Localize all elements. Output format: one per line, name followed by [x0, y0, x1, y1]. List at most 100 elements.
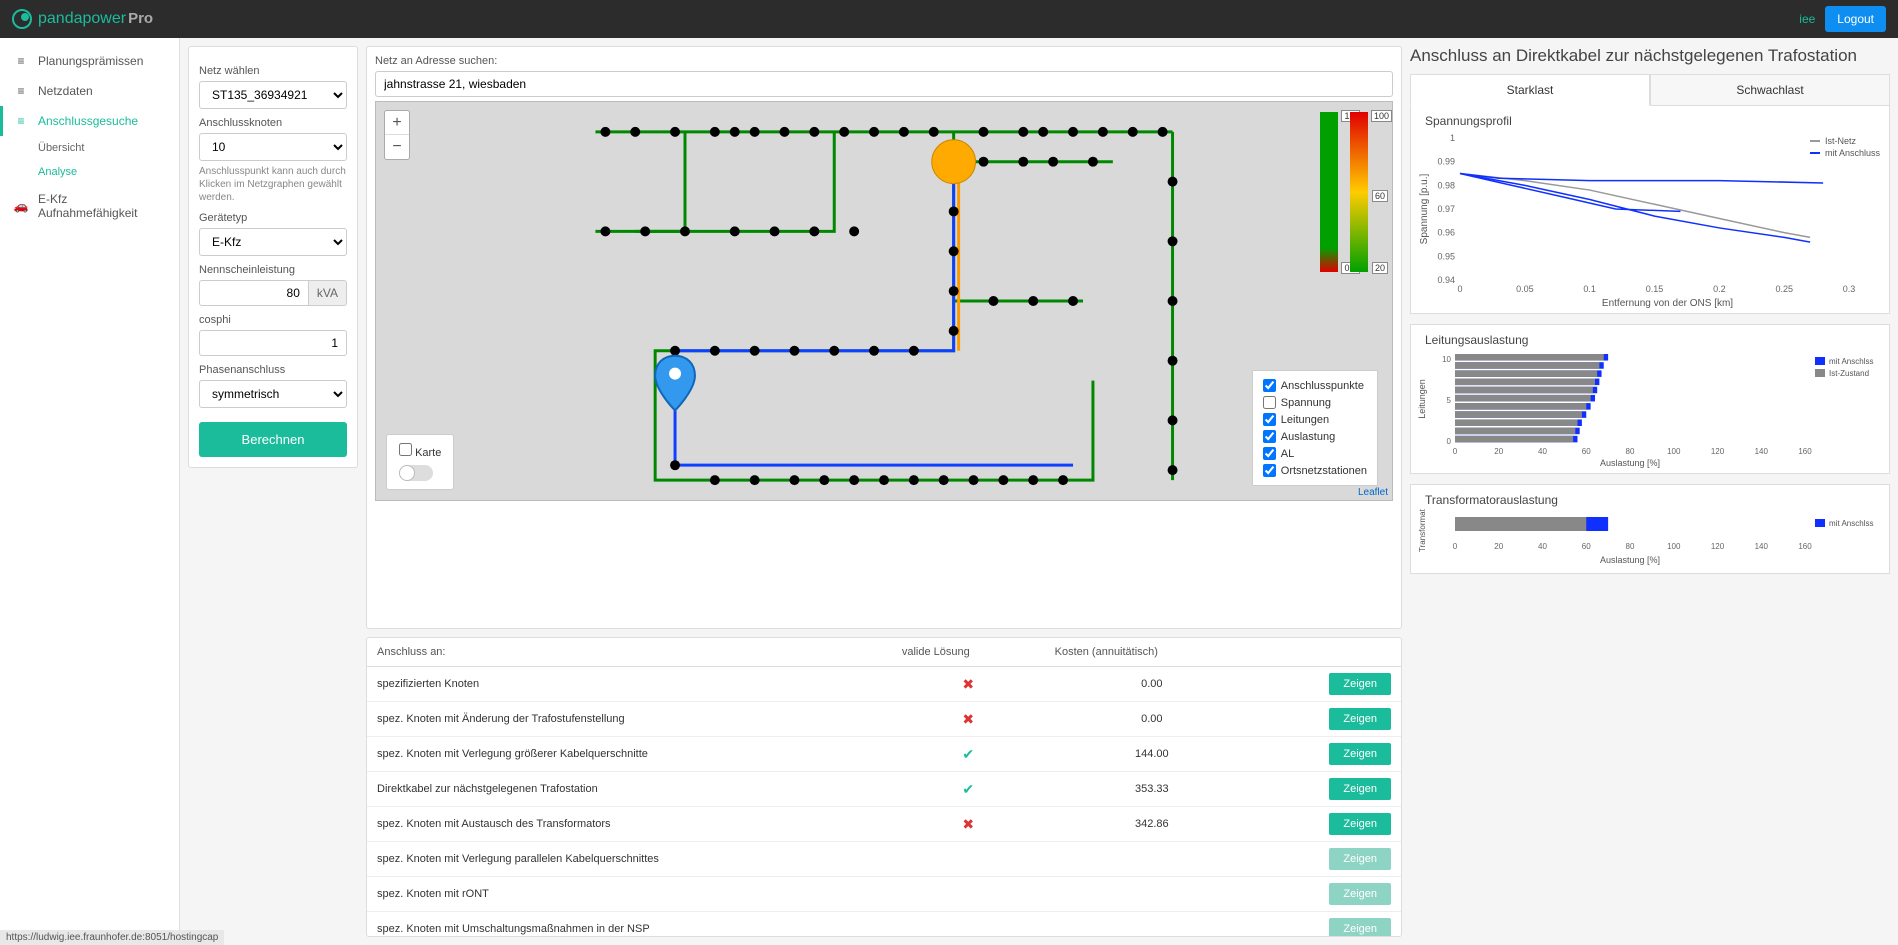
nav-sub-0[interactable]: Übersicht [0, 136, 179, 160]
network-node[interactable] [899, 127, 909, 137]
network-node[interactable] [939, 475, 949, 485]
network-node[interactable] [730, 226, 740, 236]
show-button[interactable]: Zeigen [1329, 778, 1391, 800]
tab-schwachlast[interactable]: Schwachlast [1650, 74, 1890, 106]
network-node[interactable] [670, 127, 680, 137]
network-node[interactable] [789, 475, 799, 485]
network-node[interactable] [670, 460, 680, 470]
legend-check-4[interactable] [1263, 447, 1276, 460]
user-link[interactable]: iee [1799, 12, 1815, 26]
network-node[interactable] [1028, 296, 1038, 306]
network-node[interactable] [640, 226, 650, 236]
nav-item-1[interactable]: ≡Netzdaten [0, 76, 179, 106]
map-toggle-checkbox[interactable] [399, 443, 412, 456]
network-node[interactable] [829, 346, 839, 356]
logout-button[interactable]: Logout [1825, 6, 1886, 32]
geraet-select[interactable]: E-Kfz [199, 228, 347, 256]
network-node[interactable] [1038, 127, 1048, 137]
network-node[interactable] [750, 346, 760, 356]
network-node[interactable] [710, 127, 720, 137]
network-node[interactable] [630, 127, 640, 137]
network-node[interactable] [1068, 296, 1078, 306]
network-node[interactable] [988, 296, 998, 306]
nav-item-3[interactable]: 🚗E-Kfz Aufnahmefähigkeit [0, 184, 179, 228]
network-node[interactable] [929, 127, 939, 137]
network-node[interactable] [670, 346, 680, 356]
zoom-out-button[interactable]: − [385, 135, 409, 159]
network-node[interactable] [710, 475, 720, 485]
network-node[interactable] [1168, 296, 1178, 306]
network-node[interactable] [770, 226, 780, 236]
show-button[interactable]: Zeigen [1329, 813, 1391, 835]
map-search-input[interactable] [375, 71, 1393, 97]
network-node[interactable] [1168, 415, 1178, 425]
network-node[interactable] [809, 226, 819, 236]
network-node[interactable] [949, 206, 959, 216]
network-node[interactable] [839, 127, 849, 137]
network-node[interactable] [869, 127, 879, 137]
network-node[interactable] [909, 346, 919, 356]
network-node[interactable] [600, 226, 610, 236]
network-node[interactable] [1168, 177, 1178, 187]
show-button[interactable]: Zeigen [1329, 848, 1391, 870]
network-node[interactable] [600, 127, 610, 137]
network-node[interactable] [819, 475, 829, 485]
legend-check-3[interactable] [1263, 430, 1276, 443]
phase-select[interactable]: symmetrisch [199, 380, 347, 408]
map-toggle-switch[interactable] [399, 465, 433, 481]
network-node[interactable] [979, 127, 989, 137]
show-button[interactable]: Zeigen [1329, 743, 1391, 765]
legend-check-1[interactable] [1263, 396, 1276, 409]
network-node[interactable] [710, 346, 720, 356]
map-canvas[interactable]: + − [375, 101, 1393, 501]
legend-check-2[interactable] [1263, 413, 1276, 426]
show-button[interactable]: Zeigen [1329, 918, 1391, 937]
network-node[interactable] [680, 226, 690, 236]
network-node[interactable] [750, 475, 760, 485]
network-node[interactable] [979, 157, 989, 167]
show-button[interactable]: Zeigen [1329, 883, 1391, 905]
network-node[interactable] [1028, 475, 1038, 485]
legend-check-5[interactable] [1263, 464, 1276, 477]
nav-item-0[interactable]: ≡Planungsprämissen [0, 46, 179, 76]
network-node[interactable] [969, 475, 979, 485]
network-node[interactable] [780, 127, 790, 137]
network-node[interactable] [1168, 236, 1178, 246]
network-node[interactable] [1168, 465, 1178, 475]
network-node[interactable] [1168, 356, 1178, 366]
calculate-button[interactable]: Berechnen [199, 422, 347, 457]
network-node[interactable] [949, 326, 959, 336]
leistung-input[interactable] [199, 280, 309, 306]
network-node[interactable] [809, 127, 819, 137]
network-node[interactable] [789, 346, 799, 356]
netz-select[interactable]: ST135_36934921 [199, 81, 347, 109]
knoten-select[interactable]: 10 [199, 133, 347, 161]
network-node[interactable] [1058, 475, 1068, 485]
network-node[interactable] [849, 226, 859, 236]
network-node[interactable] [1048, 157, 1058, 167]
network-node[interactable] [1018, 127, 1028, 137]
network-node[interactable] [909, 475, 919, 485]
network-node[interactable] [949, 246, 959, 256]
network-node[interactable] [998, 475, 1008, 485]
nav-sub-1[interactable]: Analyse [0, 160, 179, 184]
network-node[interactable] [730, 127, 740, 137]
network-node[interactable] [1158, 127, 1168, 137]
transformer-node[interactable] [932, 140, 976, 184]
network-node[interactable] [949, 286, 959, 296]
network-node[interactable] [750, 127, 760, 137]
network-node[interactable] [879, 475, 889, 485]
network-node[interactable] [1088, 157, 1098, 167]
nav-item-2[interactable]: ≡Anschlussgesuche [0, 106, 179, 136]
cosphi-input[interactable] [199, 330, 347, 356]
network-node[interactable] [1018, 157, 1028, 167]
network-node[interactable] [849, 475, 859, 485]
network-node[interactable] [869, 346, 879, 356]
legend-check-0[interactable] [1263, 379, 1276, 392]
show-button[interactable]: Zeigen [1329, 673, 1391, 695]
zoom-in-button[interactable]: + [385, 111, 409, 135]
tab-starklast[interactable]: Starklast [1410, 74, 1650, 106]
network-node[interactable] [1068, 127, 1078, 137]
show-button[interactable]: Zeigen [1329, 708, 1391, 730]
network-node[interactable] [1128, 127, 1138, 137]
